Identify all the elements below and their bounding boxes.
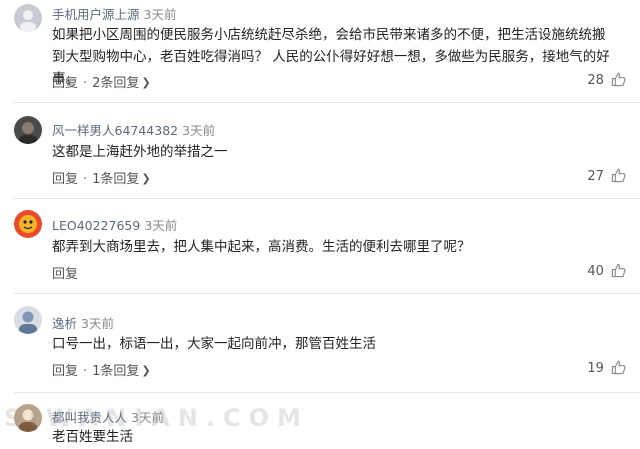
separator-dot: · (83, 364, 88, 379)
comment-time: 3天前 (144, 218, 178, 233)
avatar[interactable] (14, 210, 42, 238)
avatar[interactable] (14, 4, 42, 32)
like-count: 19 (587, 361, 604, 376)
thumbs-up-icon (611, 72, 626, 87)
comment-actions: 回复 · 1条回复 ❯ (52, 360, 151, 379)
username[interactable]: LEO40227659 3天前 (52, 215, 177, 234)
like-button[interactable]: 28 (587, 72, 626, 88)
chevron-right-icon: ❯ (141, 364, 151, 377)
username[interactable]: 手机用户源上源 3天前 (52, 4, 176, 23)
avatar[interactable] (14, 306, 42, 334)
like-button[interactable]: 19 (587, 360, 626, 376)
username-text[interactable]: 逸析 (52, 316, 77, 331)
thumbs-up-icon (611, 360, 626, 375)
view-replies-link[interactable]: 1条回复 ❯ (92, 172, 151, 187)
thumbs-up-icon (611, 263, 626, 278)
chevron-right-icon: ❯ (141, 76, 151, 89)
watermark: SIWANIAN.COM (4, 404, 309, 432)
like-count: 28 (587, 73, 604, 88)
reply-button[interactable]: 回复 (52, 172, 78, 187)
comment-text: 都弄到大商场里去，把人集中起来，高消费。生活的便利去哪里了呢？ (52, 239, 471, 255)
comment-actions: 回复 · 1条回复 ❯ (52, 168, 151, 187)
reply-button[interactable]: 回复 (52, 76, 78, 91)
thumbs-up-icon (611, 168, 626, 183)
divider (14, 198, 640, 199)
chevron-right-icon: ❯ (141, 172, 151, 185)
comment-actions: 回复 · 2条回复 ❯ (52, 72, 151, 91)
view-replies-link[interactable]: 2条回复 ❯ (92, 76, 151, 91)
divider (14, 102, 640, 103)
username-text[interactable]: LEO40227659 (52, 218, 140, 233)
replies-count[interactable]: 2条回复 (92, 76, 139, 91)
like-count: 40 (587, 264, 604, 279)
username-text[interactable]: 风一样男人64744382 (52, 123, 178, 138)
avatar[interactable] (14, 116, 42, 144)
separator-dot: · (83, 172, 88, 187)
username[interactable]: 风一样男人64744382 3天前 (52, 120, 215, 139)
comment-time: 3天前 (143, 7, 177, 22)
like-button[interactable]: 27 (587, 168, 626, 184)
like-button[interactable]: 40 (587, 263, 626, 279)
reply-button[interactable]: 回复 (52, 364, 78, 379)
replies-count[interactable]: 1条回复 (92, 364, 139, 379)
comment-text: 口号一出，标语一出，大家一起向前冲，那管百姓生活 (52, 336, 376, 352)
view-replies-link[interactable]: 1条回复 ❯ (92, 364, 151, 379)
comment-text: 这都是上海赶外地的举措之一 (52, 144, 228, 160)
comment-actions: 回复 (52, 263, 78, 282)
replies-count[interactable]: 1条回复 (92, 172, 139, 187)
like-count: 27 (587, 169, 604, 184)
separator-dot: · (83, 76, 88, 91)
reply-button[interactable]: 回复 (52, 267, 78, 282)
divider (14, 392, 640, 393)
username[interactable]: 逸析 3天前 (52, 313, 114, 332)
divider (14, 293, 640, 294)
comment-time: 3天前 (182, 123, 216, 138)
comment-time: 3天前 (81, 316, 114, 331)
username-text[interactable]: 手机用户源上源 (52, 7, 140, 22)
